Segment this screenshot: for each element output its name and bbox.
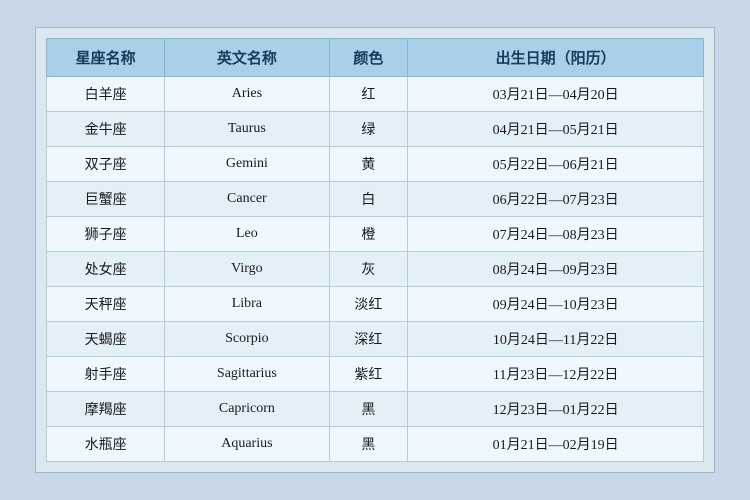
- cell-color: 绿: [329, 112, 408, 147]
- table-header-row: 星座名称 英文名称 颜色 出生日期（阳历）: [47, 39, 704, 77]
- table-row: 射手座Sagittarius紫红11月23日—12月22日: [47, 357, 704, 392]
- cell-english: Capricorn: [165, 392, 329, 427]
- cell-chinese: 狮子座: [47, 217, 165, 252]
- cell-color: 黑: [329, 392, 408, 427]
- cell-color: 深红: [329, 322, 408, 357]
- cell-date: 06月22日—07月23日: [408, 182, 704, 217]
- cell-english: Aries: [165, 77, 329, 112]
- table-row: 天蝎座Scorpio深红10月24日—11月22日: [47, 322, 704, 357]
- cell-chinese: 处女座: [47, 252, 165, 287]
- main-container: 星座名称 英文名称 颜色 出生日期（阳历） 白羊座Aries红03月21日—04…: [35, 27, 715, 473]
- cell-chinese: 水瓶座: [47, 427, 165, 462]
- cell-english: Taurus: [165, 112, 329, 147]
- cell-date: 12月23日—01月22日: [408, 392, 704, 427]
- cell-chinese: 摩羯座: [47, 392, 165, 427]
- cell-date: 01月21日—02月19日: [408, 427, 704, 462]
- cell-chinese: 金牛座: [47, 112, 165, 147]
- cell-english: Leo: [165, 217, 329, 252]
- cell-color: 黄: [329, 147, 408, 182]
- cell-english: Sagittarius: [165, 357, 329, 392]
- cell-english: Virgo: [165, 252, 329, 287]
- table-row: 白羊座Aries红03月21日—04月20日: [47, 77, 704, 112]
- cell-color: 灰: [329, 252, 408, 287]
- cell-color: 橙: [329, 217, 408, 252]
- table-row: 摩羯座Capricorn黑12月23日—01月22日: [47, 392, 704, 427]
- header-date: 出生日期（阳历）: [408, 39, 704, 77]
- cell-chinese: 巨蟹座: [47, 182, 165, 217]
- cell-chinese: 白羊座: [47, 77, 165, 112]
- cell-english: Gemini: [165, 147, 329, 182]
- cell-date: 11月23日—12月22日: [408, 357, 704, 392]
- cell-color: 白: [329, 182, 408, 217]
- cell-date: 10月24日—11月22日: [408, 322, 704, 357]
- header-color: 颜色: [329, 39, 408, 77]
- table-row: 水瓶座Aquarius黑01月21日—02月19日: [47, 427, 704, 462]
- cell-chinese: 双子座: [47, 147, 165, 182]
- cell-date: 05月22日—06月21日: [408, 147, 704, 182]
- header-chinese: 星座名称: [47, 39, 165, 77]
- cell-color: 紫红: [329, 357, 408, 392]
- cell-color: 红: [329, 77, 408, 112]
- cell-english: Libra: [165, 287, 329, 322]
- cell-date: 03月21日—04月20日: [408, 77, 704, 112]
- cell-date: 08月24日—09月23日: [408, 252, 704, 287]
- cell-color: 淡红: [329, 287, 408, 322]
- table-row: 天秤座Libra淡红09月24日—10月23日: [47, 287, 704, 322]
- zodiac-table: 星座名称 英文名称 颜色 出生日期（阳历） 白羊座Aries红03月21日—04…: [46, 38, 704, 462]
- table-row: 双子座Gemini黄05月22日—06月21日: [47, 147, 704, 182]
- cell-english: Cancer: [165, 182, 329, 217]
- cell-chinese: 天蝎座: [47, 322, 165, 357]
- cell-date: 07月24日—08月23日: [408, 217, 704, 252]
- cell-chinese: 射手座: [47, 357, 165, 392]
- cell-chinese: 天秤座: [47, 287, 165, 322]
- cell-color: 黑: [329, 427, 408, 462]
- header-english: 英文名称: [165, 39, 329, 77]
- table-row: 巨蟹座Cancer白06月22日—07月23日: [47, 182, 704, 217]
- cell-english: Aquarius: [165, 427, 329, 462]
- cell-date: 04月21日—05月21日: [408, 112, 704, 147]
- table-row: 狮子座Leo橙07月24日—08月23日: [47, 217, 704, 252]
- table-row: 处女座Virgo灰08月24日—09月23日: [47, 252, 704, 287]
- table-row: 金牛座Taurus绿04月21日—05月21日: [47, 112, 704, 147]
- cell-date: 09月24日—10月23日: [408, 287, 704, 322]
- cell-english: Scorpio: [165, 322, 329, 357]
